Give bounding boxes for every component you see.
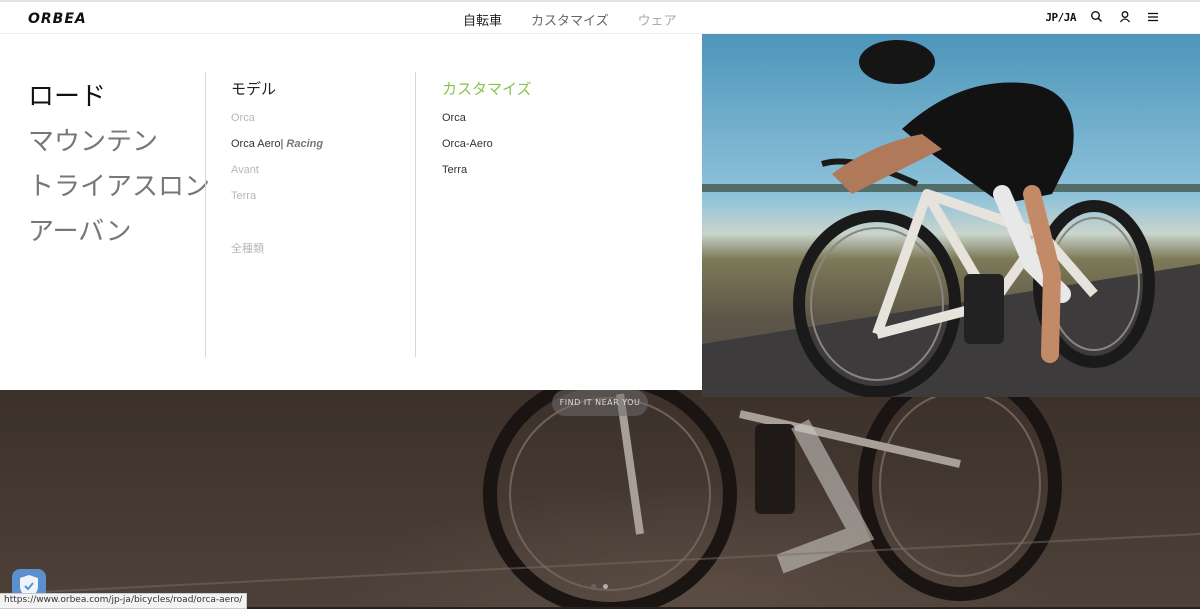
header-actions: JP/JA — [1045, 10, 1160, 24]
menu-icon[interactable] — [1146, 10, 1160, 24]
customize-heading[interactable]: カスタマイズ — [442, 78, 532, 99]
user-icon[interactable] — [1118, 10, 1132, 24]
category-triathlon[interactable]: トライアスロン — [28, 164, 210, 209]
category-urban[interactable]: アーバン — [28, 209, 210, 254]
customize-terra[interactable]: Terra — [442, 164, 493, 190]
model-orca-aero[interactable]: Orca Aero| Racing — [231, 138, 323, 164]
models-heading: モデル — [231, 81, 277, 98]
orbea-logo[interactable]: ORBEA — [28, 11, 87, 27]
category-road[interactable]: ロード — [28, 74, 210, 119]
column-divider — [205, 72, 206, 357]
search-icon[interactable] — [1090, 10, 1104, 24]
category-mountain[interactable]: マウンテン — [28, 119, 210, 164]
category-list: ロード マウンテン トライアスロン アーバン — [28, 74, 210, 254]
mega-menu-panel: ロード マウンテン トライアスロン アーバン モデル Orca Orca Aer… — [0, 34, 702, 390]
model-all[interactable]: 全種類 — [231, 240, 323, 266]
model-terra[interactable]: Terra — [231, 190, 323, 216]
featured-photo[interactable] — [702, 34, 1200, 397]
carousel-dots — [591, 584, 608, 589]
site-header: ORBEA 自転車 カスタマイズ ウェア JP/JA — [0, 0, 1200, 34]
nav-bicycles[interactable]: 自転車 — [463, 10, 502, 29]
find-near-you-button[interactable]: FIND IT NEAR YOU — [552, 390, 648, 416]
customize-orca[interactable]: Orca — [442, 112, 493, 138]
customize-orca-aero[interactable]: Orca-Aero — [442, 138, 493, 164]
customize-list: Orca Orca-Aero Terra — [442, 112, 493, 190]
main-nav: 自転車 カスタマイズ ウェア — [463, 10, 677, 29]
carousel-dot[interactable] — [591, 584, 596, 589]
model-list: Orca Orca Aero| Racing Avant Terra 全種類 — [231, 112, 323, 266]
nav-customize[interactable]: カスタマイズ — [531, 10, 609, 29]
model-avant[interactable]: Avant — [231, 164, 323, 190]
model-orca-aero-label: Orca Aero| — [231, 138, 284, 150]
racing-label: Racing — [286, 138, 324, 150]
carousel-dot-active[interactable] — [603, 584, 608, 589]
model-orca[interactable]: Orca — [231, 112, 323, 138]
language-selector[interactable]: JP/JA — [1045, 11, 1076, 24]
column-divider — [415, 72, 416, 357]
nav-apparel[interactable]: ウェア — [638, 10, 677, 29]
